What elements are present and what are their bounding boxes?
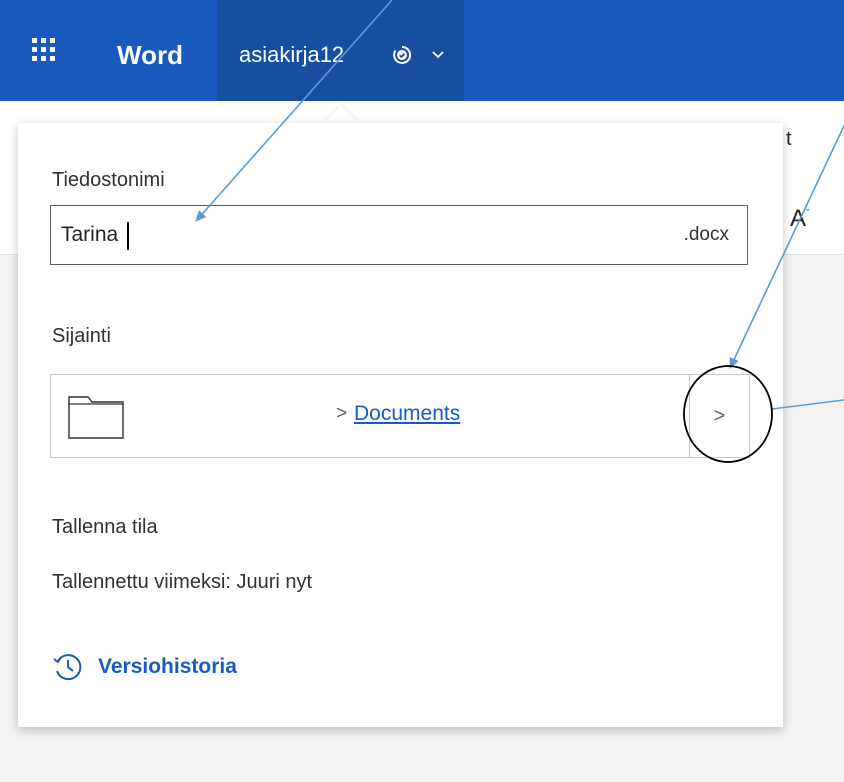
- saved-check-icon: [393, 45, 412, 64]
- title-bar: Word asiakirja12: [0, 0, 844, 101]
- save-state-heading: Tallenna tila: [52, 516, 158, 538]
- document-name: asiakirja12: [239, 42, 345, 67]
- location-picker: > Documents >: [50, 374, 750, 458]
- folder-icon: [68, 396, 124, 439]
- filename-input[interactable]: [61, 206, 651, 264]
- app-launcher-icon[interactable]: [20, 26, 66, 72]
- last-saved-text: Tallennettu viimeksi: Juuri nyt: [52, 571, 313, 593]
- version-history-label: Versiohistoria: [98, 655, 237, 678]
- filename-extension: .docx: [683, 224, 729, 245]
- ribbon-text-fragment: t: [786, 128, 792, 150]
- filename-field[interactable]: .docx: [50, 205, 748, 265]
- location-label: Sijainti: [52, 325, 111, 347]
- document-title-button[interactable]: asiakirja12: [217, 0, 464, 101]
- ribbon-font-fragment: Aˇ: [790, 205, 810, 232]
- filename-label: Tiedostonimi: [52, 169, 165, 191]
- text-caret: [127, 222, 129, 250]
- location-folder-link[interactable]: Documents: [354, 402, 460, 426]
- breadcrumb-separator: >: [336, 403, 348, 424]
- browse-location-button[interactable]: >: [689, 375, 749, 457]
- app-name[interactable]: Word: [117, 40, 183, 70]
- chevron-down-icon: [432, 51, 444, 59]
- history-icon: [53, 654, 82, 681]
- file-info-flyout: Tiedostonimi .docx Sijainti > Documents …: [18, 123, 783, 727]
